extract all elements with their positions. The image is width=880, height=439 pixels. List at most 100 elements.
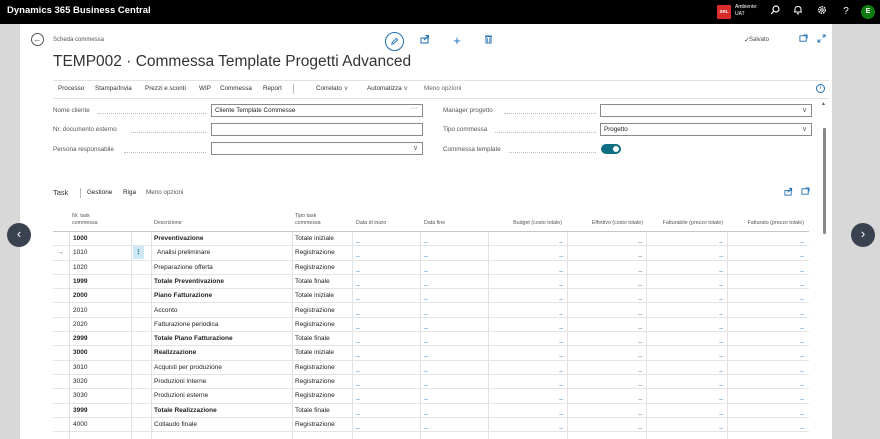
commessa-template-toggle[interactable] xyxy=(601,144,621,154)
fatturato-cell[interactable]: _ xyxy=(800,346,804,360)
open-new-window-icon[interactable] xyxy=(800,187,810,197)
fatturabile-cell[interactable]: _ xyxy=(719,261,723,275)
effettivo-cell[interactable]: _ xyxy=(638,346,642,360)
task-no-cell[interactable]: 2999 xyxy=(73,332,131,346)
fatturabile-cell[interactable]: _ xyxy=(719,275,723,289)
next-record-button[interactable]: › xyxy=(851,223,875,247)
fatturato-cell[interactable]: _ xyxy=(800,332,804,346)
task-type-cell[interactable]: Totale iniziale xyxy=(295,232,353,246)
budget-cell[interactable]: _ xyxy=(559,332,563,346)
budget-cell[interactable]: _ xyxy=(559,232,563,246)
menu-processo[interactable]: Processo xyxy=(58,85,84,92)
header-data-fine[interactable]: Data fine xyxy=(424,220,445,227)
data-fine-cell[interactable]: _ xyxy=(424,318,428,332)
effettivo-cell[interactable]: _ xyxy=(638,418,642,432)
fatturato-cell[interactable]: _ xyxy=(800,232,804,246)
data-inizio-cell[interactable]: _ xyxy=(356,361,360,375)
fatturabile-cell[interactable]: _ xyxy=(719,246,723,260)
data-fine-cell[interactable]: _ xyxy=(424,304,428,318)
previous-record-button[interactable]: ‹ xyxy=(7,223,31,247)
table-row[interactable]: 2010 Acconto Registrazione _ _ _ _ _ _ xyxy=(53,304,809,318)
lookup-ellipsis-icon[interactable]: ··· xyxy=(411,105,418,112)
description-cell[interactable]: Produzioni esterne xyxy=(154,389,292,403)
task-no-cell[interactable]: 1999 xyxy=(73,275,131,289)
effettivo-cell[interactable]: _ xyxy=(638,275,642,289)
back-button[interactable]: ← xyxy=(31,33,44,46)
fatturato-cell[interactable]: _ xyxy=(800,318,804,332)
data-fine-cell[interactable]: _ xyxy=(424,418,428,432)
budget-cell[interactable]: _ xyxy=(559,261,563,275)
fatturabile-cell[interactable]: _ xyxy=(719,304,723,318)
fatturato-cell[interactable]: _ xyxy=(800,375,804,389)
budget-cell[interactable]: _ xyxy=(559,275,563,289)
data-fine-cell[interactable]: _ xyxy=(424,332,428,346)
table-row[interactable]: 2000 Piano Fatturazione Totale iniziale _ _ _… xyxy=(53,289,809,304)
data-inizio-cell[interactable]: _ xyxy=(356,389,360,403)
persona-responsabile-field[interactable] xyxy=(211,142,423,155)
description-cell[interactable]: Totale Piano Fatturazione xyxy=(154,332,292,346)
fatturato-cell[interactable]: _ xyxy=(800,389,804,403)
description-cell[interactable]: Produzioni interne xyxy=(154,375,292,389)
task-no-cell[interactable]: 1010 xyxy=(73,246,131,260)
fatturabile-cell[interactable]: _ xyxy=(719,318,723,332)
table-row[interactable]: 1020 Preparazione offerta Registrazione _ _ _… xyxy=(53,261,809,275)
task-no-cell[interactable]: 1020 xyxy=(73,261,131,275)
effettivo-cell[interactable]: _ xyxy=(638,318,642,332)
fatturato-cell[interactable]: _ xyxy=(800,275,804,289)
info-icon[interactable]: i xyxy=(816,84,825,93)
description-cell[interactable]: Piano Fatturazione xyxy=(154,289,292,303)
table-row[interactable]: → ⋮ 1010 Analisi preliminare Registrazione _ _… xyxy=(53,246,809,261)
app-title[interactable]: Dynamics 365 Business Central xyxy=(7,5,151,16)
fatturabile-cell[interactable]: _ xyxy=(719,361,723,375)
fatturabile-cell[interactable]: _ xyxy=(719,389,723,403)
task-type-cell[interactable]: Totale finale xyxy=(295,332,353,346)
description-cell[interactable]: Preparazione offerta xyxy=(154,261,292,275)
data-inizio-cell[interactable]: _ xyxy=(356,275,360,289)
data-inizio-cell[interactable]: _ xyxy=(356,232,360,246)
task-type-cell[interactable]: Registrazione xyxy=(295,418,353,432)
task-no-cell[interactable]: 2010 xyxy=(73,304,131,318)
header-fatturato[interactable]: Fatturato (prezzo totale) xyxy=(729,220,804,227)
task-no-cell[interactable]: 1000 xyxy=(73,232,131,246)
task-no-cell[interactable]: 2000 xyxy=(73,289,131,303)
task-type-cell[interactable]: Registrazione xyxy=(295,361,353,375)
task-type-cell[interactable]: Registrazione xyxy=(295,304,353,318)
data-fine-cell[interactable]: _ xyxy=(424,361,428,375)
data-fine-cell[interactable]: _ xyxy=(424,289,428,303)
help-icon[interactable]: ? xyxy=(839,5,853,19)
data-inizio-cell[interactable]: _ xyxy=(356,304,360,318)
fatturabile-cell[interactable]: _ xyxy=(719,232,723,246)
header-data-inizio[interactable]: Data di inizio xyxy=(356,220,386,227)
menu-correlato[interactable]: Correlato ∨ xyxy=(316,85,348,92)
budget-cell[interactable]: _ xyxy=(559,418,563,432)
tab-gestione[interactable]: Gestione xyxy=(87,189,112,196)
description-cell[interactable]: Totale Realizzazione xyxy=(154,404,292,418)
menu-prezzi-sconti[interactable]: Prezzi e sconti xyxy=(145,85,186,92)
data-inizio-cell[interactable]: _ xyxy=(356,332,360,346)
budget-cell[interactable]: _ xyxy=(559,304,563,318)
data-fine-cell[interactable]: _ xyxy=(424,232,428,246)
user-avatar[interactable]: E xyxy=(861,5,875,19)
data-fine-cell[interactable]: _ xyxy=(424,246,428,260)
effettivo-cell[interactable]: _ xyxy=(638,232,642,246)
fatturabile-cell[interactable]: _ xyxy=(719,404,723,418)
nr-documento-field[interactable] xyxy=(211,123,423,136)
task-no-cell[interactable]: 3999 xyxy=(73,404,131,418)
budget-cell[interactable]: _ xyxy=(559,346,563,360)
description-cell[interactable]: Preventivazione xyxy=(154,232,292,246)
effettivo-cell[interactable]: _ xyxy=(638,361,642,375)
data-inizio-cell[interactable]: _ xyxy=(356,261,360,275)
description-cell[interactable]: Totale Preventivazione xyxy=(154,275,292,289)
menu-report[interactable]: Report xyxy=(263,85,282,92)
data-inizio-cell[interactable]: _ xyxy=(356,418,360,432)
data-inizio-cell[interactable]: _ xyxy=(356,318,360,332)
data-inizio-cell[interactable]: _ xyxy=(356,404,360,418)
data-fine-cell[interactable]: _ xyxy=(424,261,428,275)
budget-cell[interactable]: _ xyxy=(559,318,563,332)
table-row[interactable]: 3020 Produzioni interne Registrazione _ _ _ _ _… xyxy=(53,375,809,390)
header-nr-task[interactable]: Nr. task commessa xyxy=(72,213,98,226)
environment-label[interactable]: Ambiente: UAT xyxy=(735,4,758,18)
data-fine-cell[interactable]: _ xyxy=(424,275,428,289)
table-row[interactable]: 3030 Produzioni esterne Registrazione _ _ _ _ _… xyxy=(53,389,809,404)
task-type-cell[interactable]: Totale iniziale xyxy=(295,289,353,303)
